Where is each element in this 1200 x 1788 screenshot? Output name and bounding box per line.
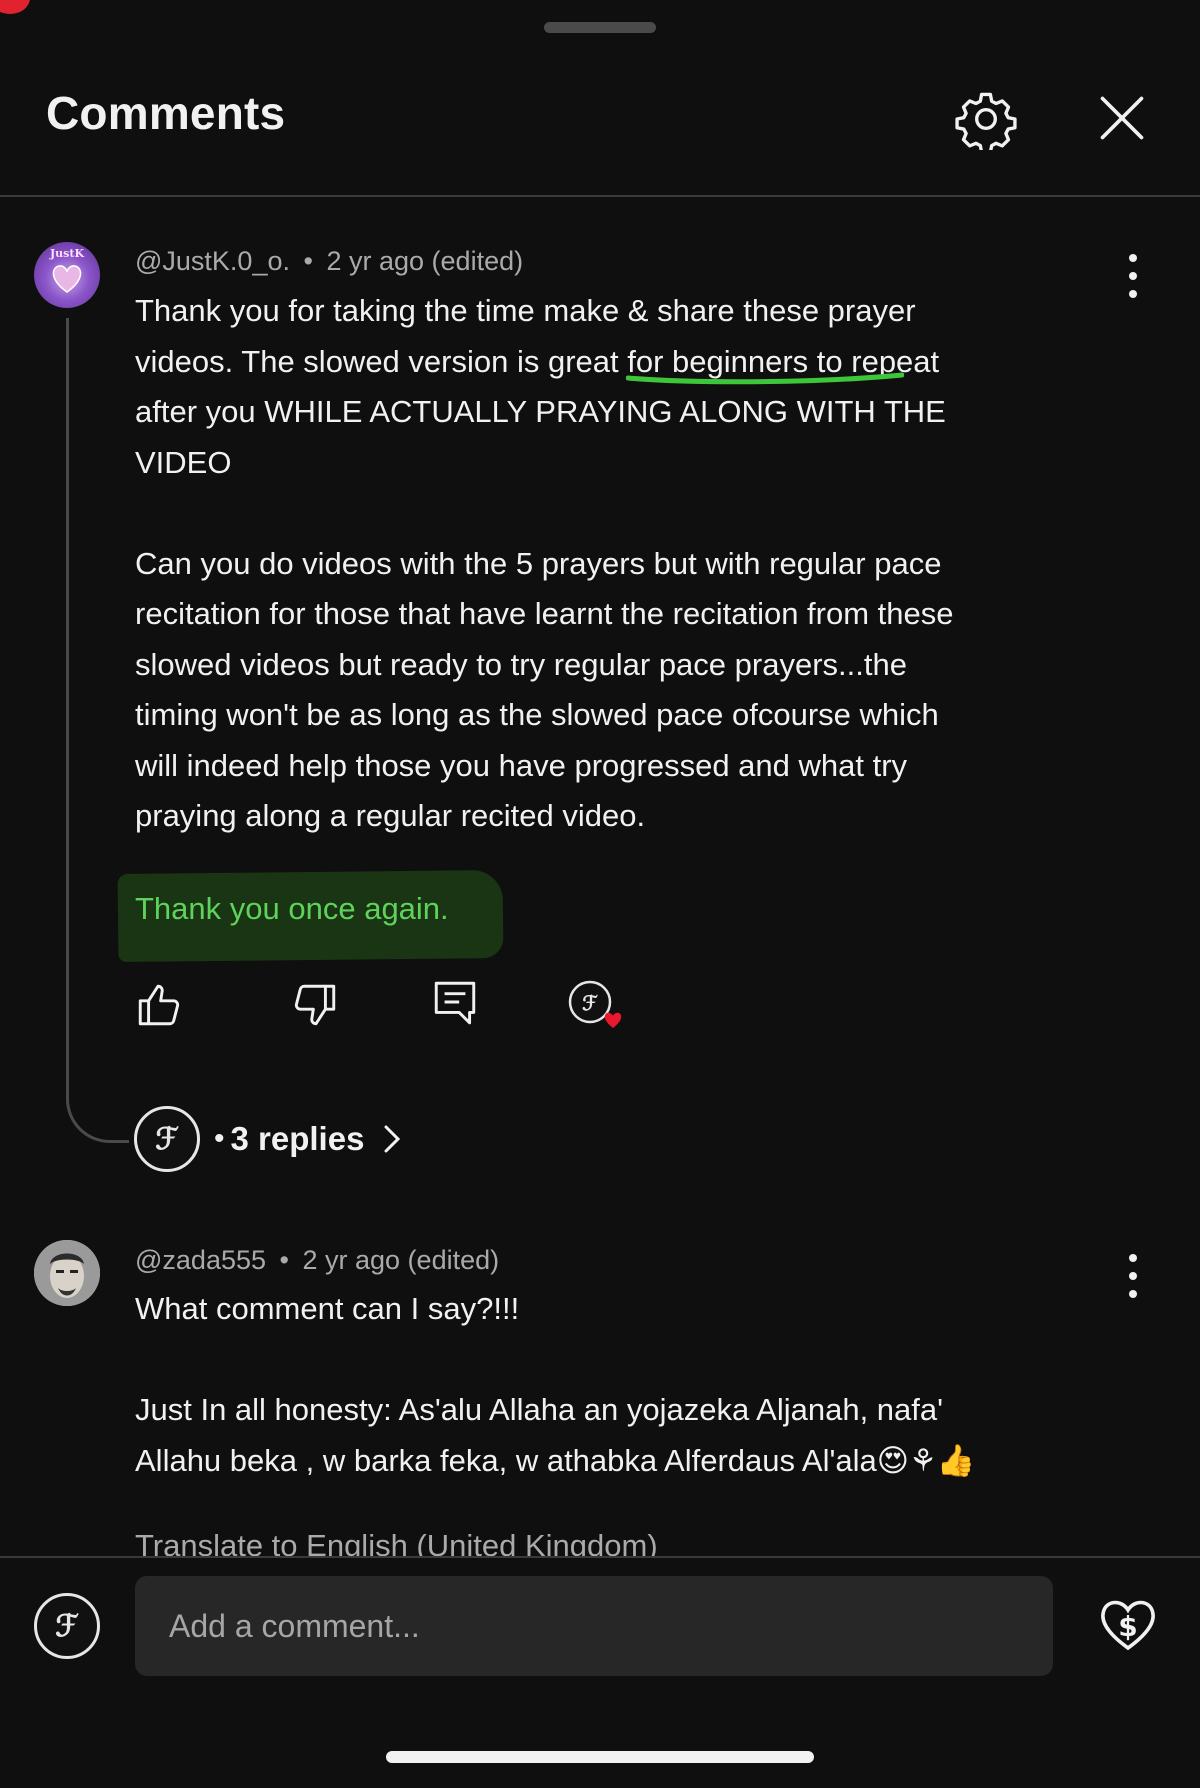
avatar-justk[interactable]: JustK: [34, 242, 100, 308]
comment-line: [135, 488, 954, 539]
comment-body: What comment can I say?!!! Just In all h…: [135, 1284, 975, 1486]
comment-line: [135, 1335, 975, 1386]
close-icon[interactable]: [1096, 92, 1148, 144]
footer-divider: [0, 1556, 1200, 1558]
add-comment-input[interactable]: [135, 1576, 1053, 1676]
home-indicator[interactable]: [386, 1751, 814, 1763]
svg-text:$: $: [1118, 1610, 1137, 1643]
avatar-justk-art: JustK: [49, 247, 84, 293]
comment-line: praying along a regular recited video.: [135, 798, 646, 833]
highlighted-comment-line: Thank you once again.: [135, 891, 449, 926]
svg-text:ℱ: ℱ: [155, 1122, 179, 1157]
sheet-grab-handle[interactable]: [544, 22, 656, 33]
avatar-justk-text: JustK: [49, 247, 84, 260]
replies-count: 3 replies: [230, 1120, 365, 1157]
user-avatar[interactable]: ℱ: [34, 1593, 100, 1659]
recording-indicator: [0, 0, 30, 14]
like-icon[interactable]: [134, 980, 184, 1030]
comment-meta: @zada555 • 2 yr ago (edited): [135, 1245, 499, 1276]
comment-line: Can you do videos with the 5 prayers but…: [135, 545, 942, 581]
chevron-right-icon: [384, 1125, 401, 1153]
green-underline-annotation: [626, 372, 904, 385]
meta-separator: •: [303, 246, 313, 276]
comment-time: 2 yr ago (edited): [302, 1245, 500, 1275]
creator-heart-icon: ℱ: [568, 980, 622, 1028]
comment-line: will indeed help those you have progress…: [135, 747, 908, 783]
user-logo-icon: ℱ: [55, 1609, 79, 1644]
comment-line: slowed videos but ready to try regular p…: [135, 646, 907, 682]
comment-author[interactable]: @JustK.0_o.: [135, 246, 290, 276]
replies-separator: •: [214, 1122, 225, 1155]
page-title: Comments: [46, 87, 286, 139]
settings-gear-icon[interactable]: [955, 88, 1017, 150]
reply-thread-line: [66, 318, 129, 1143]
comment-line: Just In all honesty: As'alu Allaha an yo…: [135, 1392, 944, 1427]
comment-line: recitation for those that have learnt th…: [135, 596, 954, 631]
avatar-zada555[interactable]: [34, 1240, 100, 1306]
comment-meta: @JustK.0_o. • 2 yr ago (edited): [135, 246, 523, 277]
view-replies-button[interactable]: ℱ • 3 replies: [134, 1104, 402, 1174]
reply-comment-icon[interactable]: [430, 977, 480, 1027]
creator-heart-badge: ℱ: [568, 980, 632, 1036]
channel-logo-icon: ℱ: [155, 1122, 179, 1157]
header-divider: [0, 195, 1200, 197]
svg-text:ℱ: ℱ: [55, 1609, 79, 1644]
comment-line: after you WHILE ACTUALLY PRAYING ALONG W…: [135, 394, 946, 429]
comment-more-options-icon[interactable]: [1118, 1254, 1148, 1298]
super-thanks-icon[interactable]: $: [1096, 1592, 1160, 1656]
comment-line: timing won't be as long as the slowed pa…: [135, 697, 939, 732]
comment-line: What comment can I say?!!!: [135, 1291, 520, 1326]
dislike-icon[interactable]: [290, 980, 340, 1030]
channel-avatar: ℱ: [134, 1106, 200, 1172]
comment-line: VIDEO: [135, 444, 232, 480]
meta-separator: •: [279, 1245, 289, 1275]
avatar-zada555-photo: [34, 1240, 100, 1306]
comment-line: Thank you for taking the time make & sha…: [135, 293, 916, 328]
comment-line: Allahu beka , w barka feka, w athabka Al…: [135, 1442, 976, 1478]
svg-text:ℱ: ℱ: [582, 991, 598, 1015]
comment-time: 2 yr ago (edited): [326, 246, 524, 276]
comment-more-options-icon[interactable]: [1118, 254, 1148, 298]
comment-author[interactable]: @zada555: [135, 1245, 266, 1275]
